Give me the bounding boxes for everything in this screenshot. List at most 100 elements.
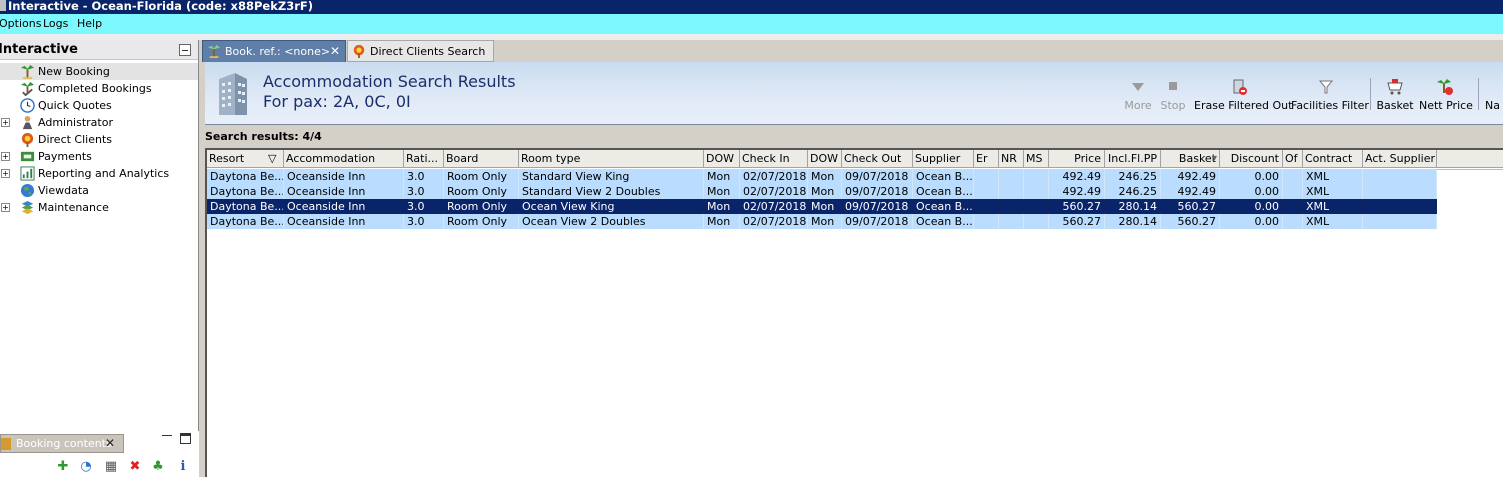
cell-ms — [1024, 214, 1049, 229]
column-header-contract[interactable]: Contract — [1303, 150, 1363, 168]
column-header-nr[interactable]: NR — [999, 150, 1024, 168]
column-header-dow-in[interactable]: DOW — [704, 150, 740, 168]
document-tab-bar: Book. ref.: <none> ✕ Direct Clients Sear… — [200, 40, 1503, 62]
column-header-accommodation[interactable]: Accommodation — [284, 150, 404, 168]
tab-book-ref[interactable]: Book. ref.: <none> ✕ — [202, 40, 346, 62]
menu-options[interactable]: Options — [0, 14, 41, 33]
column-header-price[interactable]: Price — [1049, 150, 1105, 168]
clock-icon[interactable]: ◔ — [79, 460, 93, 474]
table-row[interactable]: Daytona Be... Oceanside Inn 3.0 Room Only Oc… — [207, 199, 1437, 214]
minimize-icon[interactable] — [162, 435, 172, 436]
cell-resort: Daytona Be... — [207, 199, 284, 214]
column-header-rating[interactable]: Rati... — [404, 150, 444, 168]
column-header-of[interactable]: Of — [1283, 150, 1303, 168]
sidebar-item-viewdata[interactable]: Viewdata — [0, 182, 198, 199]
column-header-dow-out[interactable]: DOW — [808, 150, 842, 168]
cell-check-out: 09/07/2018 — [842, 184, 913, 199]
column-header-ms[interactable]: MS — [1024, 150, 1049, 168]
cell-er — [974, 199, 999, 214]
filter-icon — [1318, 80, 1334, 94]
cell-room-type: Standard View King — [519, 169, 704, 184]
app-icon — [0, 0, 6, 11]
tab-label: Direct Clients Search — [370, 45, 486, 58]
cell-of — [1283, 169, 1303, 184]
cell-check-in: 02/07/2018 — [740, 184, 808, 199]
info-icon[interactable]: i — [176, 460, 190, 474]
booking-contents-panel: Booking contents ✕ ✚ ◔ ▦ ✖ ♣ i — [0, 431, 199, 477]
column-header-room-type[interactable]: Room type — [519, 150, 704, 168]
add-icon[interactable]: ✚ — [56, 460, 70, 474]
basket-icon[interactable]: ▦ — [104, 460, 118, 474]
column-header-incl-fl-pp[interactable]: Incl.Fl.PP — [1105, 150, 1161, 168]
more-button[interactable]: More — [1123, 78, 1153, 114]
cell-supplier: Ocean B... — [913, 214, 974, 229]
column-header-check-in[interactable]: Check In — [740, 150, 808, 168]
cell-dow-in: Mon — [704, 184, 740, 199]
navigate-button[interactable]: Na — [1485, 78, 1503, 114]
sidebar-item-payments[interactable]: + Payments — [0, 148, 198, 165]
sidebar-item-quick-quotes[interactable]: Quick Quotes — [0, 97, 198, 114]
stop-button[interactable]: Stop — [1159, 78, 1187, 114]
expand-icon[interactable]: + — [1, 118, 10, 127]
cell-resort: Daytona Be... — [207, 214, 284, 229]
cell-board: Room Only — [444, 184, 519, 199]
close-icon[interactable]: ✕ — [105, 435, 115, 452]
basket-button[interactable]: Basket — [1376, 78, 1414, 114]
column-header-check-out[interactable]: Check Out — [842, 150, 913, 168]
cell-rating: 3.0 — [404, 184, 444, 199]
reporting-icon — [20, 166, 35, 181]
window-titlebar: Interactive - Ocean-Florida (code: x88Pe… — [0, 0, 1503, 14]
column-header-discount[interactable]: Discount — [1220, 150, 1283, 168]
cell-check-out: 09/07/2018 — [842, 169, 913, 184]
sidebar-item-maintenance[interactable]: + Maintenance — [0, 199, 198, 216]
menu-help[interactable]: Help — [77, 14, 102, 33]
cell-contract: XML — [1303, 199, 1363, 214]
expand-icon[interactable]: + — [1, 203, 10, 212]
payments-icon — [20, 151, 35, 162]
column-filter-icon[interactable]: ▽ — [268, 150, 276, 168]
tab-booking-contents[interactable]: Booking contents ✕ — [0, 434, 124, 453]
table-row[interactable]: Daytona Be... Oceanside Inn 3.0 Room Only St… — [207, 184, 1437, 199]
cell-rating: 3.0 — [404, 169, 444, 184]
table-row[interactable]: Daytona Be... Oceanside Inn 3.0 Room Only St… — [207, 169, 1437, 184]
cell-check-out: 09/07/2018 — [842, 199, 913, 214]
navigation-panel: Interactive New Booking Completed Bookin… — [0, 40, 199, 477]
cell-ms — [1024, 169, 1049, 184]
expand-icon[interactable]: + — [1, 169, 10, 178]
nett-price-button[interactable]: Nett Price — [1419, 78, 1473, 114]
column-header-supplier[interactable]: Supplier — [913, 150, 974, 168]
sidebar-item-administrator[interactable]: + Administrator — [0, 114, 198, 131]
palm-tree-icon[interactable]: ♣ — [151, 460, 165, 474]
sidebar-item-direct-clients[interactable]: Direct Clients — [0, 131, 198, 148]
sidebar-item-label: Reporting and Analytics — [38, 167, 170, 180]
delete-icon[interactable]: ✖ — [128, 460, 142, 474]
page-title: Accommodation Search Results — [263, 72, 516, 91]
facilities-filter-label: Facilities Filter — [1291, 99, 1369, 112]
cell-board: Room Only — [444, 169, 519, 184]
maximize-icon[interactable] — [180, 433, 191, 444]
column-header-board[interactable]: Board — [444, 150, 519, 168]
search-results-count: Search results: 4/4 — [205, 130, 322, 143]
column-header-act-supplier[interactable]: Act. Supplier — [1363, 150, 1437, 168]
toolbar-separator — [1478, 78, 1479, 110]
cell-dow-in: Mon — [704, 169, 740, 184]
cell-act-supplier — [1363, 169, 1437, 184]
sidebar-item-reporting[interactable]: + Reporting and Analytics — [0, 165, 198, 182]
sidebar-item-label: Payments — [38, 150, 92, 163]
cell-board: Room Only — [444, 214, 519, 229]
hotel-building-icon — [219, 73, 247, 115]
column-header-er[interactable]: Er — [974, 150, 999, 168]
expand-icon[interactable]: + — [1, 152, 10, 161]
cell-ms — [1024, 184, 1049, 199]
facilities-filter-button[interactable]: Facilities Filter — [1291, 78, 1369, 114]
tab-direct-clients-search[interactable]: Direct Clients Search — [347, 40, 494, 62]
sidebar-item-completed-bookings[interactable]: Completed Bookings — [0, 80, 198, 97]
menu-logs[interactable]: Logs — [43, 14, 68, 33]
close-icon[interactable]: ✕ — [330, 41, 340, 62]
sidebar-item-new-booking[interactable]: New Booking — [0, 63, 198, 80]
nett-price-label: Nett Price — [1419, 99, 1473, 112]
cell-resort: Daytona Be... — [207, 184, 284, 199]
collapse-panel-button[interactable] — [179, 44, 191, 56]
table-row[interactable]: Daytona Be... Oceanside Inn 3.0 Room Only Oc… — [207, 214, 1437, 229]
erase-filtered-out-button[interactable]: Erase Filtered Out — [1194, 78, 1292, 114]
